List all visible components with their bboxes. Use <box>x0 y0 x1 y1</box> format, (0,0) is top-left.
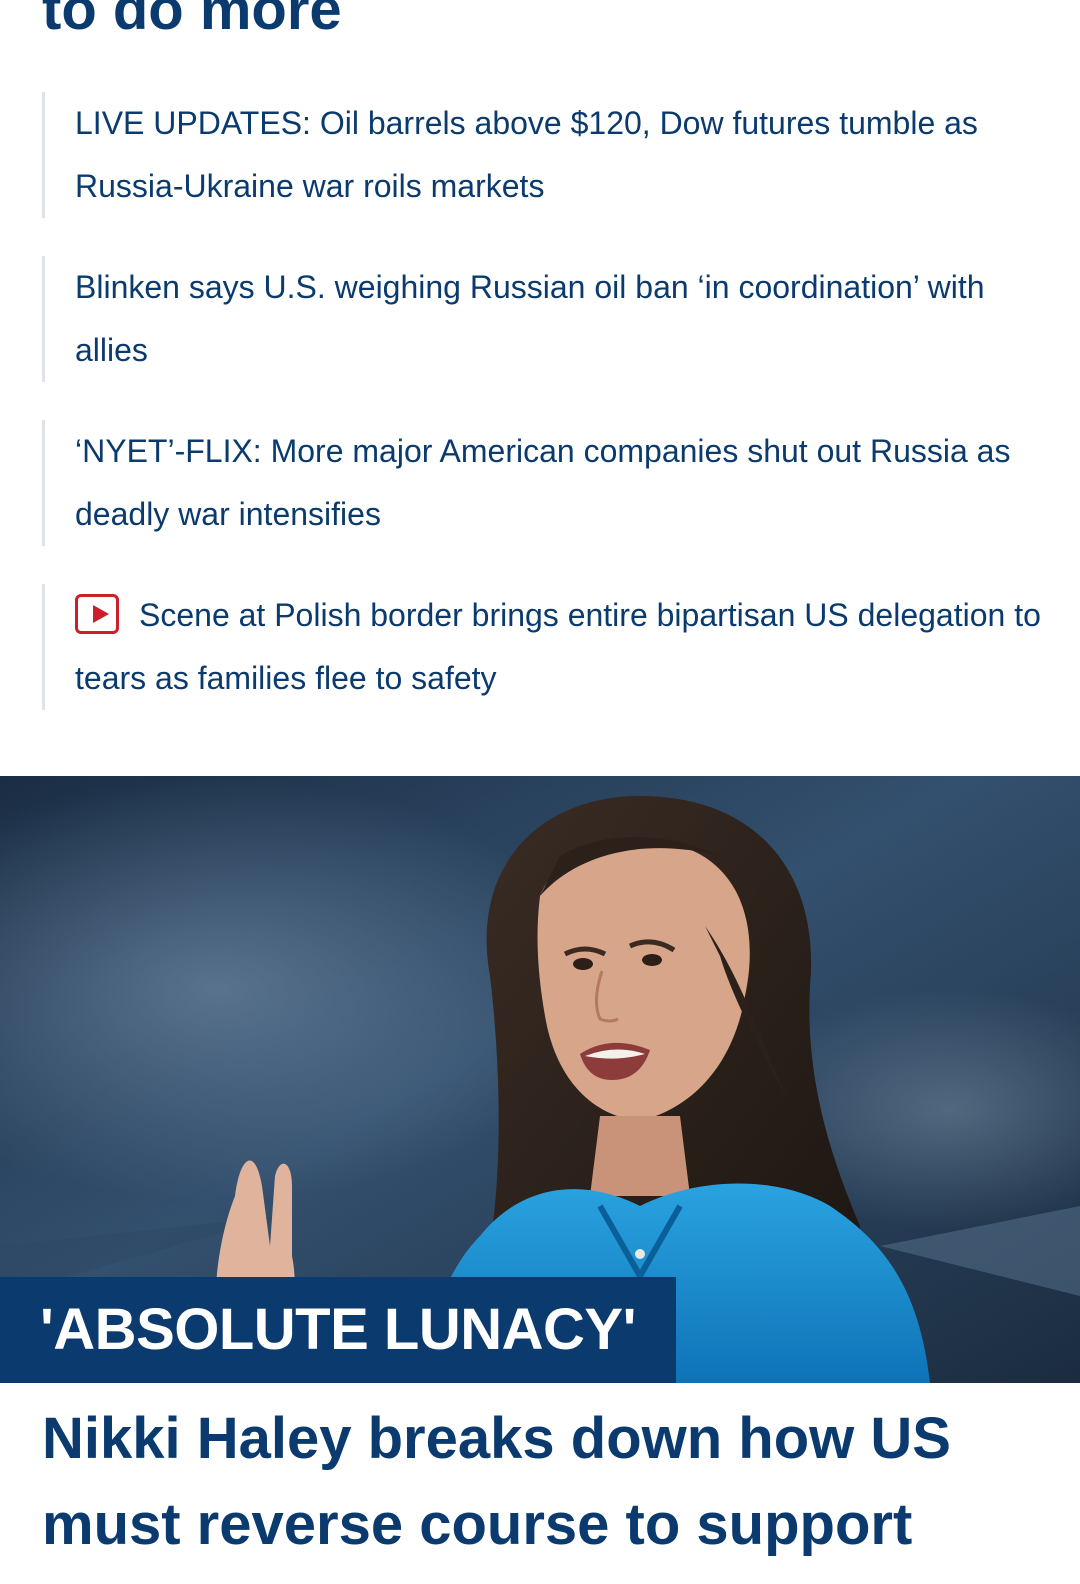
related-link-live-updates[interactable]: LIVE UPDATES: Oil barrels above $120, Do… <box>75 92 1042 218</box>
hero-kicker: 'ABSOLUTE LUNACY' <box>0 1277 676 1383</box>
related-link-item: LIVE UPDATES: Oil barrels above $120, Do… <box>42 92 1042 218</box>
related-link-blinken[interactable]: Blinken says U.S. weighing Russian oil b… <box>75 256 1042 382</box>
related-link-nyet-flix[interactable]: ‘NYET’-FLIX: More major American compani… <box>75 420 1042 546</box>
top-headline[interactable]: to do more <box>42 0 342 42</box>
related-link-label: Scene at Polish border brings entire bip… <box>75 597 1041 696</box>
related-links-list: LIVE UPDATES: Oil barrels above $120, Do… <box>42 92 1042 752</box>
related-link-item: Blinken says U.S. weighing Russian oil b… <box>42 256 1042 382</box>
related-link-polish-border[interactable]: Scene at Polish border brings entire bip… <box>75 584 1042 710</box>
related-link-item: ‘NYET’-FLIX: More major American compani… <box>42 420 1042 546</box>
main-headline[interactable]: Nikki Haley breaks down how US must reve… <box>42 1396 1042 1568</box>
related-link-item: Scene at Polish border brings entire bip… <box>42 584 1042 710</box>
video-play-icon <box>75 594 119 634</box>
hero-image[interactable]: 'ABSOLUTE LUNACY' <box>0 776 1080 1383</box>
